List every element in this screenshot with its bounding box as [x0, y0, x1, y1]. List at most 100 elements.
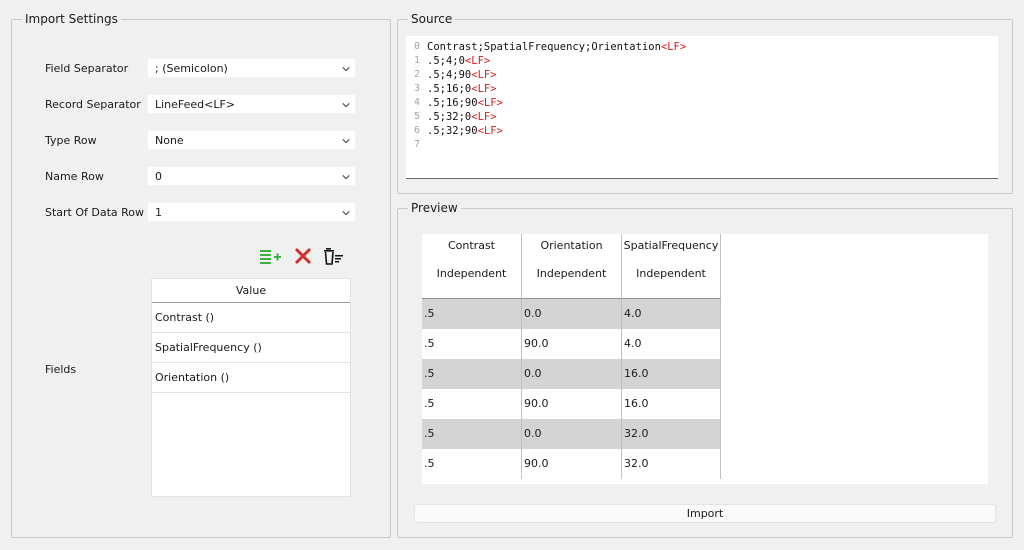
- code-line: Contrast;SpatialFrequency;Orientation<LF…: [427, 40, 686, 54]
- code-text: .5;16;0: [427, 83, 472, 95]
- table-cell: 4.0: [622, 299, 721, 329]
- line-terminator: <LF>: [477, 125, 503, 137]
- name-row-combo[interactable]: 0: [147, 166, 356, 186]
- record-separator-combo[interactable]: LineFeed<LF>: [147, 94, 356, 114]
- column-name: SpatialFrequency: [623, 239, 719, 252]
- table-cell: 0.0: [522, 359, 622, 389]
- code-text: .5;4;0: [427, 55, 465, 67]
- chevron-down-icon: [342, 175, 350, 180]
- line-terminator: <LF>: [471, 111, 497, 123]
- table-cell: 0.0: [522, 419, 622, 449]
- code-text: .5;32;90: [427, 125, 478, 137]
- field-separator-combo[interactable]: ; (Semicolon): [147, 58, 356, 78]
- code-line: .5;32;0<LF>: [427, 110, 686, 124]
- column-header-orientation[interactable]: Orientation Independent: [522, 234, 622, 299]
- chevron-down-icon: [342, 103, 350, 108]
- table-cell: .5: [422, 299, 522, 329]
- column-name: Contrast: [447, 239, 495, 252]
- table-cell: .5: [422, 359, 522, 389]
- code-line: .5;16;90<LF>: [427, 96, 686, 110]
- type-row-combo[interactable]: None: [147, 130, 356, 150]
- line-number: 6: [413, 125, 420, 136]
- delete-x-icon: [294, 247, 312, 265]
- table-cell: 16.0: [622, 389, 721, 419]
- fields-table-header[interactable]: Value: [152, 279, 350, 303]
- code-line: .5;16;0<LF>: [427, 82, 686, 96]
- source-code: Contrast;SpatialFrequency;Orientation<LF…: [427, 40, 686, 138]
- table-row[interactable]: Contrast (): [152, 303, 350, 333]
- table-cell: 0.0: [522, 299, 622, 329]
- name-row-value: 0: [155, 170, 162, 183]
- column-name: Orientation: [540, 239, 603, 252]
- line-number: 3: [413, 83, 420, 94]
- line-number: 5: [413, 111, 420, 122]
- line-terminator: <LF>: [660, 41, 687, 53]
- code-text: .5;4;90: [427, 69, 472, 81]
- column-header-spatialfrequency[interactable]: SpatialFrequency Independent: [622, 234, 721, 299]
- chevron-down-icon: [342, 139, 350, 144]
- column-type: Independent: [536, 267, 607, 280]
- field-separator-value: ; (Semicolon): [155, 62, 228, 75]
- column-type: Independent: [636, 267, 706, 280]
- fields-label: Fields: [45, 363, 77, 376]
- code-text: Contrast;SpatialFrequency;Orientation: [427, 41, 661, 53]
- field-separator-label: Field Separator: [45, 62, 129, 75]
- line-number: 2: [413, 69, 420, 80]
- table-row[interactable]: Orientation (): [152, 363, 350, 393]
- table-cell: .5: [422, 329, 522, 359]
- table-cell: .5: [422, 389, 522, 419]
- clear-fields-button[interactable]: [323, 246, 345, 266]
- code-text: .5;16;90: [427, 97, 478, 109]
- source-title: Source: [408, 11, 456, 27]
- line-terminator: <LF>: [471, 83, 497, 95]
- table-row[interactable]: SpatialFrequency (): [152, 333, 350, 363]
- start-of-data-row-label: Start Of Data Row: [45, 206, 145, 219]
- add-list-icon: [260, 250, 281, 264]
- table-row[interactable]: .5 0.0 4.0: [422, 299, 721, 329]
- name-row-label: Name Row: [45, 170, 104, 183]
- preview-title: Preview: [408, 200, 461, 216]
- line-terminator: <LF>: [471, 69, 497, 81]
- table-row[interactable]: .5 90.0 16.0: [422, 389, 721, 419]
- record-separator-label: Record Separator: [45, 98, 141, 111]
- table-row[interactable]: .5 90.0 32.0: [422, 449, 721, 479]
- delete-field-button[interactable]: [292, 246, 314, 266]
- table-cell: 90.0: [522, 389, 622, 419]
- table-cell: 32.0: [622, 419, 721, 449]
- clear-list-icon: [324, 248, 343, 265]
- chevron-down-icon: [342, 67, 350, 72]
- line-terminator: <LF>: [464, 55, 491, 67]
- import-settings-group: Import Settings Field Separator ; (Semic…: [11, 11, 391, 538]
- table-cell: 90.0: [522, 449, 622, 479]
- fields-table[interactable]: Value Contrast () SpatialFrequency () Or…: [151, 278, 351, 497]
- source-editor[interactable]: 0 1 2 3 4 5 6 7 Contrast;SpatialFrequency;Orien…: [406, 36, 998, 179]
- table-cell: 32.0: [622, 449, 721, 479]
- import-settings-title: Import Settings: [22, 11, 121, 27]
- line-number: 4: [413, 97, 420, 108]
- line-number: 0: [413, 41, 420, 52]
- table-row[interactable]: .5 0.0 32.0: [422, 419, 721, 449]
- import-button[interactable]: Import: [414, 504, 996, 523]
- table-cell: 4.0: [622, 329, 721, 359]
- code-text: .5;32;0: [427, 111, 472, 123]
- start-of-data-row-combo[interactable]: 1: [147, 202, 356, 222]
- chevron-down-icon: [342, 211, 350, 216]
- table-cell: .5: [422, 419, 522, 449]
- preview-table[interactable]: Contrast Independent Orientation Indepen…: [422, 234, 988, 484]
- record-separator-value: LineFeed<LF>: [155, 98, 236, 111]
- table-row[interactable]: .5 90.0 4.0: [422, 329, 721, 359]
- table-cell: 16.0: [622, 359, 721, 389]
- line-number-gutter: 0 1 2 3 4 5 6 7: [406, 40, 423, 152]
- code-line: .5;4;90<LF>: [427, 68, 686, 82]
- preview-group: Preview Contrast Independent Orientation…: [397, 200, 1013, 538]
- type-row-value: None: [155, 134, 184, 147]
- source-group: Source 0 1 2 3 4 5 6 7 Contrast;SpatialFrequenc…: [397, 11, 1013, 194]
- add-field-button[interactable]: [259, 246, 281, 266]
- type-row-label: Type Row: [45, 134, 97, 147]
- start-of-data-row-value: 1: [155, 206, 162, 219]
- table-row[interactable]: .5 0.0 16.0: [422, 359, 721, 389]
- column-header-contrast[interactable]: Contrast Independent: [422, 234, 522, 299]
- table-cell: .5: [422, 449, 522, 479]
- line-number: 7: [413, 139, 420, 150]
- code-line: .5;4;0<LF>: [427, 54, 686, 68]
